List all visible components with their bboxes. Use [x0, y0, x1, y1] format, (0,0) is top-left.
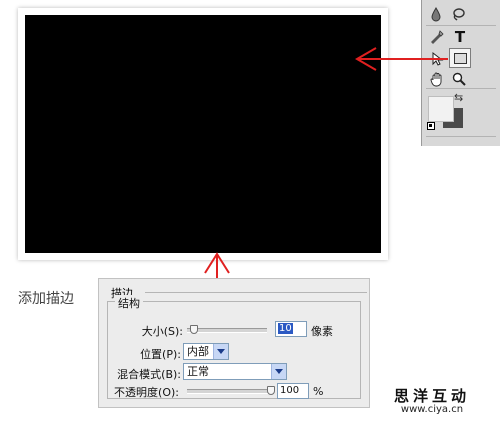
- position-select[interactable]: 内部: [183, 343, 229, 360]
- document-canvas-frame: [18, 8, 388, 260]
- type-glyph: T: [454, 28, 466, 46]
- opacity-label: 不透明度(O):: [114, 386, 179, 399]
- position-label: 位置(P):: [140, 348, 181, 361]
- size-unit: 像素: [311, 325, 333, 338]
- opacity-slider-thumb[interactable]: [267, 386, 275, 395]
- lasso-icon[interactable]: [449, 5, 467, 23]
- stroke-dialog: 描边 结构 大小(S): 10 像素 位置(P): 内部 混合模式(B): 正常…: [98, 278, 370, 408]
- size-value: 10: [278, 323, 293, 334]
- watermark-title: 思洋互动: [393, 387, 470, 405]
- blend-mode-select[interactable]: 正常: [183, 363, 287, 380]
- size-input[interactable]: 10: [275, 321, 307, 337]
- opacity-unit: %: [313, 385, 324, 398]
- type-icon[interactable]: T: [451, 28, 469, 46]
- zoom-icon[interactable]: [450, 70, 468, 88]
- toolbox-divider: [426, 25, 496, 26]
- swap-colors-icon[interactable]: ⇆: [454, 91, 463, 104]
- blend-mode-label: 混合模式(B):: [117, 368, 181, 381]
- opacity-slider-track[interactable]: [187, 389, 271, 394]
- toolbox-divider: [426, 136, 496, 137]
- size-label: 大小(S):: [141, 325, 183, 338]
- document-canvas[interactable]: [25, 15, 381, 253]
- arrow-head-icon: [204, 252, 230, 274]
- watermark-url: www.ciya.cn: [400, 404, 464, 415]
- chevron-down-icon[interactable]: [213, 344, 228, 359]
- size-slider-track[interactable]: [187, 328, 267, 333]
- blend-mode-value: 正常: [187, 365, 209, 378]
- drop-icon[interactable]: [427, 5, 445, 23]
- size-slider-thumb[interactable]: [190, 325, 198, 334]
- toolbox-divider: [426, 88, 496, 89]
- watermark: 思洋互动 www.ciya.cn: [372, 385, 492, 419]
- add-stroke-caption: 添加描边: [18, 291, 74, 307]
- rectangle-tool-icon[interactable]: [449, 48, 471, 68]
- pen-icon[interactable]: [427, 28, 445, 46]
- position-value: 内部: [187, 345, 209, 358]
- default-colors-icon[interactable]: [427, 122, 435, 130]
- hand-icon[interactable]: [428, 70, 446, 88]
- title-divider: [145, 292, 367, 293]
- arrow-head-icon: [355, 47, 377, 71]
- group-title: 结构: [115, 295, 143, 311]
- opacity-input[interactable]: 100: [277, 383, 309, 399]
- opacity-value: 100: [280, 385, 300, 396]
- foreground-color-swatch[interactable]: [428, 96, 454, 122]
- chevron-down-icon[interactable]: [271, 364, 286, 379]
